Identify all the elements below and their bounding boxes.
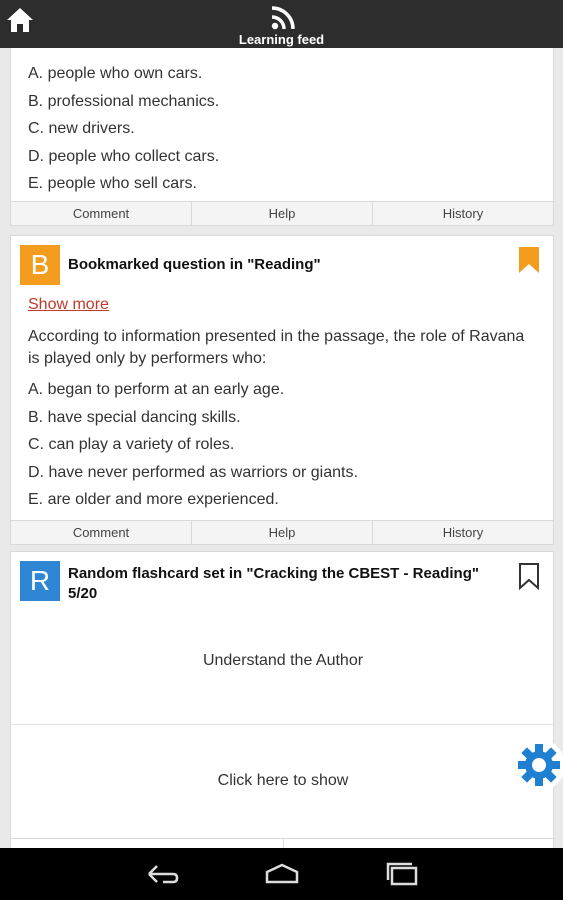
recents-icon[interactable] <box>384 860 420 888</box>
show-more-link[interactable]: Show more <box>28 296 109 314</box>
card-title: Random flashcard set in "Cracking the CB… <box>68 564 479 604</box>
top-bar: Learning feed <box>0 0 563 48</box>
comment-button[interactable]: Comment <box>11 202 192 225</box>
help-button[interactable]: Help <box>192 521 373 544</box>
question-text: According to information presented in th… <box>28 328 525 367</box>
back-icon[interactable] <box>145 860 181 888</box>
answer-option[interactable]: B. professional mechanics. <box>11 88 553 116</box>
answer-option[interactable]: C. new drivers. <box>11 115 553 143</box>
answer-option[interactable]: B. have special dancing skills. <box>11 404 553 432</box>
divider <box>11 724 555 725</box>
answer-option[interactable]: D. have never performed as warriors or g… <box>11 459 553 487</box>
flashcard-front: Understand the Author <box>202 652 364 669</box>
answer-option[interactable]: E. are older and more experienced. <box>11 486 553 514</box>
card-footer: Comment Help History <box>11 201 553 225</box>
answer-option[interactable]: D. people who collect cars. <box>11 143 553 171</box>
question-card: A. people who own cars. B. professional … <box>10 48 554 226</box>
card-type-badge: R <box>20 561 60 601</box>
history-button[interactable]: History <box>373 202 553 225</box>
bookmark-icon[interactable] <box>518 246 540 274</box>
answer-option[interactable]: C. can play a variety of roles. <box>11 431 553 459</box>
reveal-button[interactable]: Click here to show <box>11 772 555 790</box>
answer-option[interactable]: A. began to perform at an early age. <box>11 376 553 404</box>
card-progress: 5/20 <box>68 585 98 602</box>
help-button[interactable]: Help <box>192 202 373 225</box>
rss-feed-icon <box>271 6 295 30</box>
answer-option[interactable]: A. people who own cars. <box>11 60 553 88</box>
bookmarked-question-card: B Bookmarked question in "Reading" Show … <box>10 235 554 545</box>
next-button[interactable] <box>284 839 556 848</box>
card-title-line: Random flashcard set in "Cracking the CB… <box>68 565 479 582</box>
flashcard-card: R Random flashcard set in "Cracking the … <box>10 551 555 848</box>
bookmark-outline-icon[interactable] <box>518 562 540 590</box>
gear-icon[interactable] <box>512 738 563 792</box>
system-nav-bar <box>0 848 563 900</box>
home-nav-icon[interactable] <box>264 860 300 888</box>
card-footer: Comment Help History <box>11 520 553 544</box>
card-footer <box>11 838 555 848</box>
page-title: Learning feed <box>238 32 325 47</box>
previous-button[interactable] <box>11 839 284 848</box>
answer-option[interactable]: E. people who sell cars. <box>11 170 553 198</box>
card-type-badge: B <box>20 245 60 285</box>
comment-button[interactable]: Comment <box>11 521 192 544</box>
card-title: Bookmarked question in "Reading" <box>68 256 321 273</box>
history-button[interactable]: History <box>373 521 553 544</box>
feed-list[interactable]: A. people who own cars. B. professional … <box>0 48 563 848</box>
